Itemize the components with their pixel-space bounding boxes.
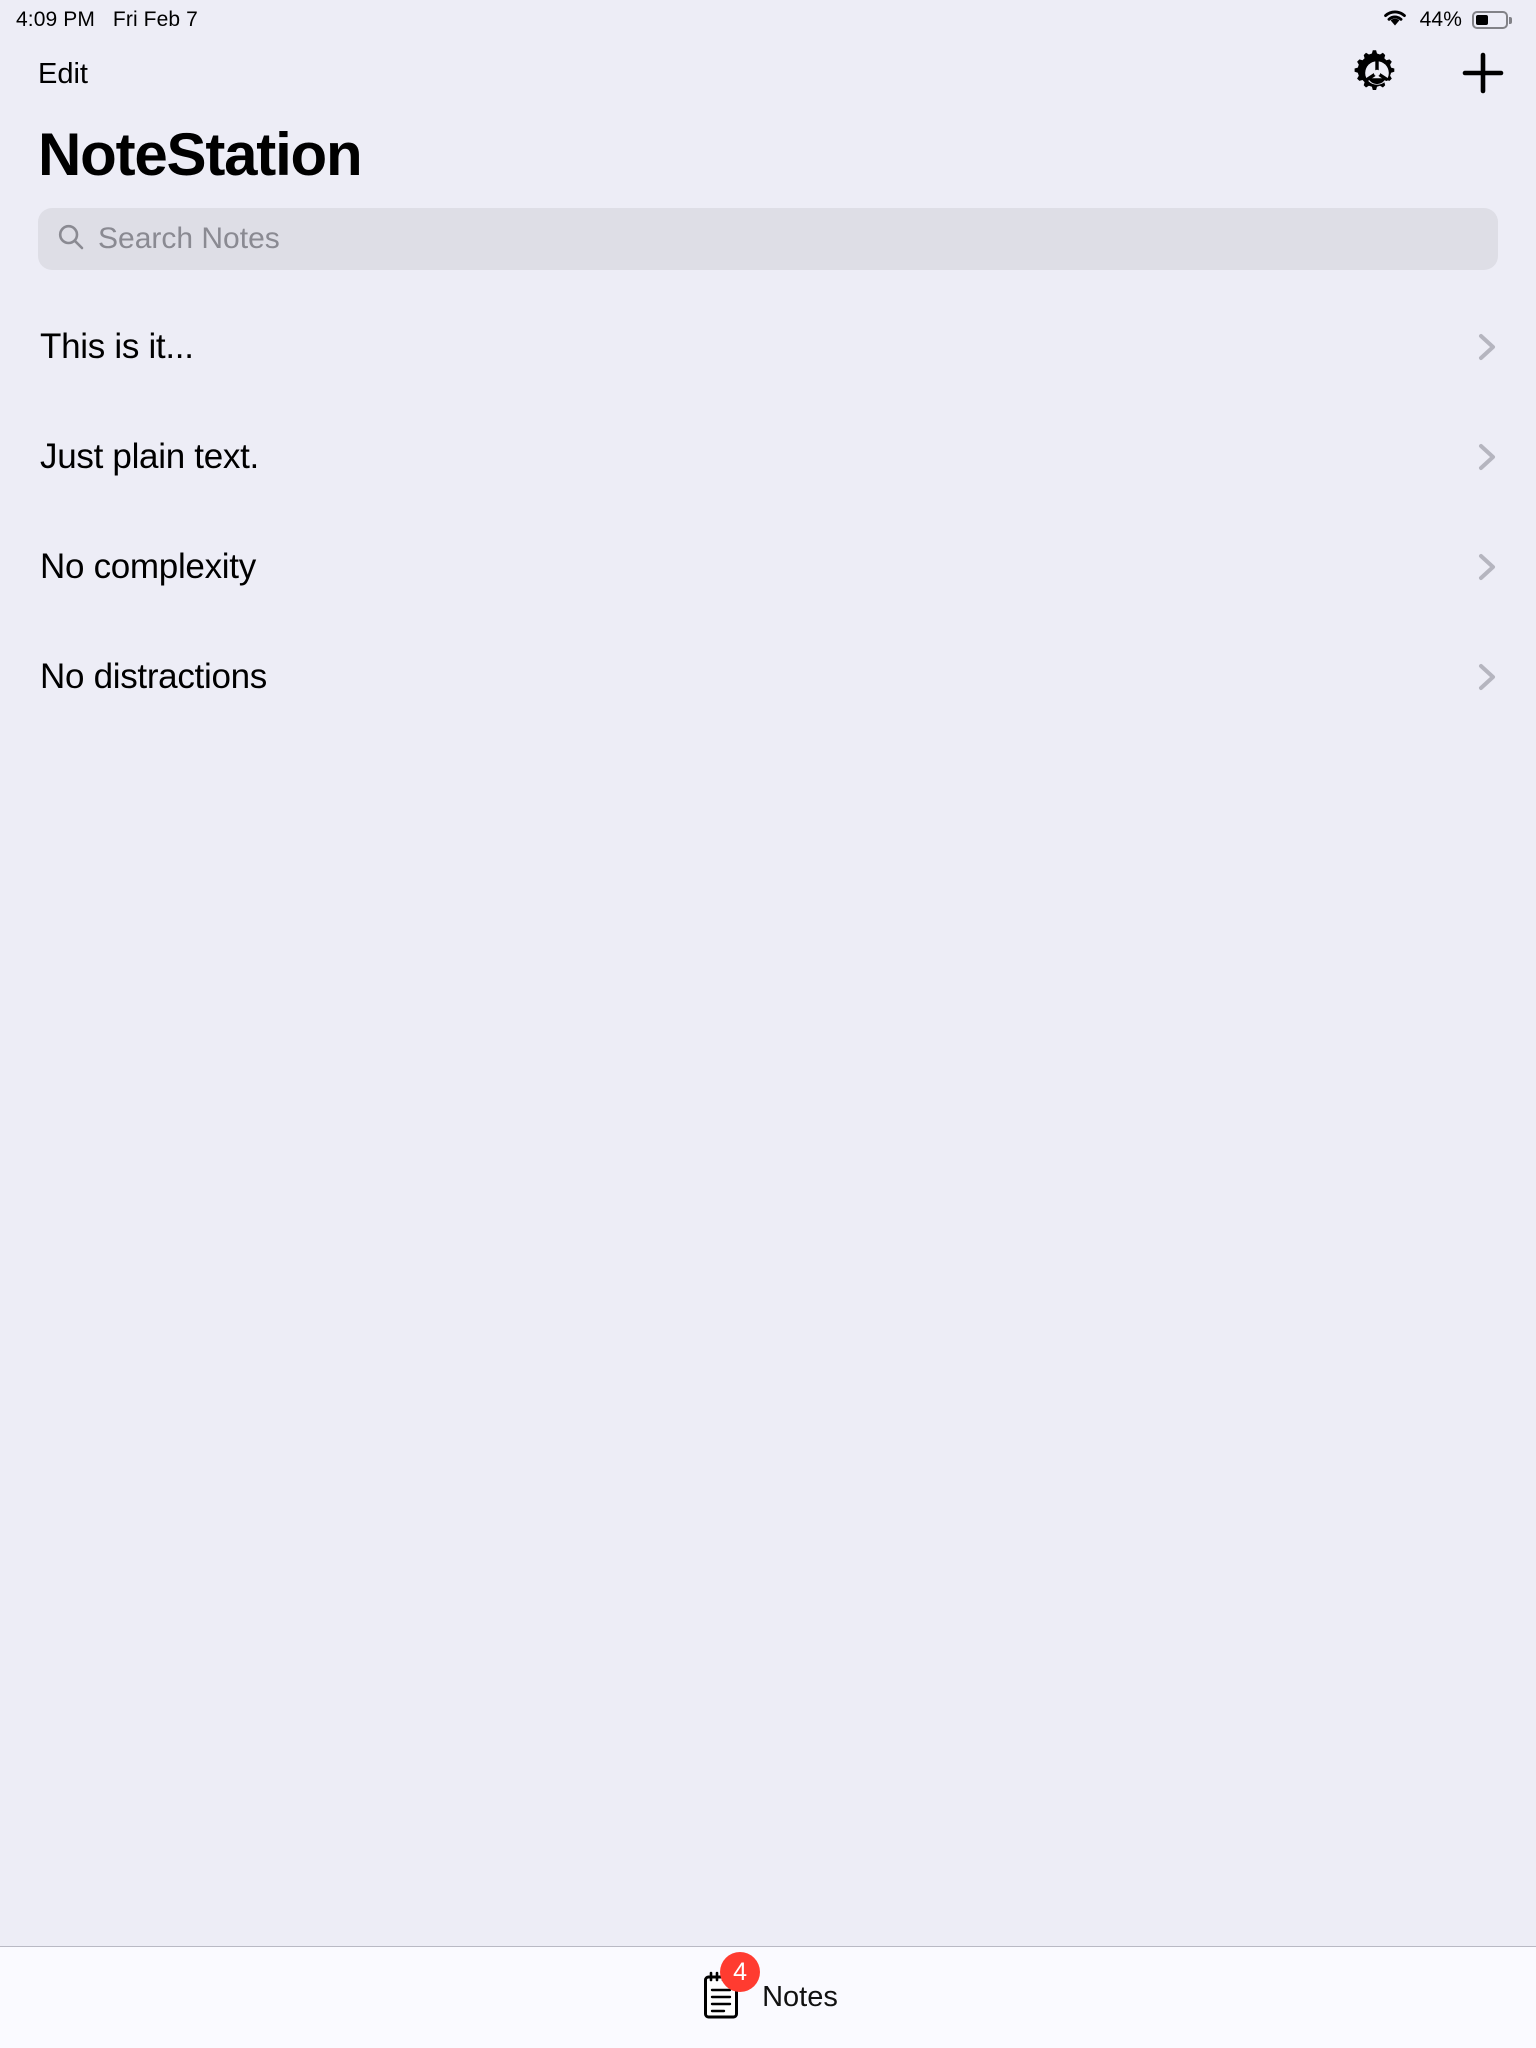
note-row[interactable]: This is it... [0, 292, 1536, 402]
page-title: NoteStation [38, 121, 363, 188]
chevron-right-icon [1474, 657, 1500, 697]
note-row[interactable]: Just plain text. [0, 402, 1536, 512]
tab-bar: 4 Notes [0, 1946, 1536, 2048]
notepad-icon-wrap: 4 [698, 1952, 761, 2027]
search-container [0, 194, 1536, 270]
wifi-icon [1380, 6, 1410, 34]
note-title: No complexity [40, 547, 256, 586]
notes-badge: 4 [720, 1952, 761, 1992]
note-title: This is it... [40, 327, 194, 366]
tab-notes-label: Notes [762, 1981, 838, 2013]
tab-notes[interactable]: 4 Notes [684, 1952, 852, 2033]
battery-icon [1472, 11, 1512, 29]
chevron-right-icon [1474, 547, 1500, 587]
note-list: This is it... Just plain text. No complexi… [0, 292, 1536, 732]
chevron-right-icon [1474, 437, 1500, 477]
search-input[interactable] [98, 222, 1480, 256]
search-bar[interactable] [38, 208, 1498, 270]
gear-icon [1354, 49, 1400, 99]
plus-icon [1459, 49, 1507, 100]
app-screen: 4:09 PM Fri Feb 7 44% Edit NoteStation S… [0, 0, 1536, 2048]
note-row[interactable]: No distractions [0, 622, 1536, 732]
note-title: No distractions [40, 657, 267, 696]
note-row[interactable]: No complexity [0, 512, 1536, 622]
chevron-right-icon [1474, 327, 1500, 367]
nav-actions [1350, 47, 1510, 101]
add-note-button[interactable] [1456, 47, 1510, 101]
status-date: Fri Feb 7 [112, 8, 198, 31]
status-bar-left: 4:09 PM Fri Feb 7 [16, 8, 198, 32]
navigation-bar: Edit [0, 40, 1536, 108]
edit-button[interactable]: Edit [36, 54, 90, 95]
status-time: 4:09 PM [16, 8, 95, 31]
note-title: Just plain text. [40, 437, 259, 476]
status-bar-right: 44% [1380, 6, 1512, 34]
battery-percent-label: 44% [1419, 8, 1462, 31]
status-bar: 4:09 PM Fri Feb 7 44% [0, 0, 1536, 40]
search-icon [56, 222, 86, 257]
settings-button[interactable] [1350, 47, 1404, 101]
